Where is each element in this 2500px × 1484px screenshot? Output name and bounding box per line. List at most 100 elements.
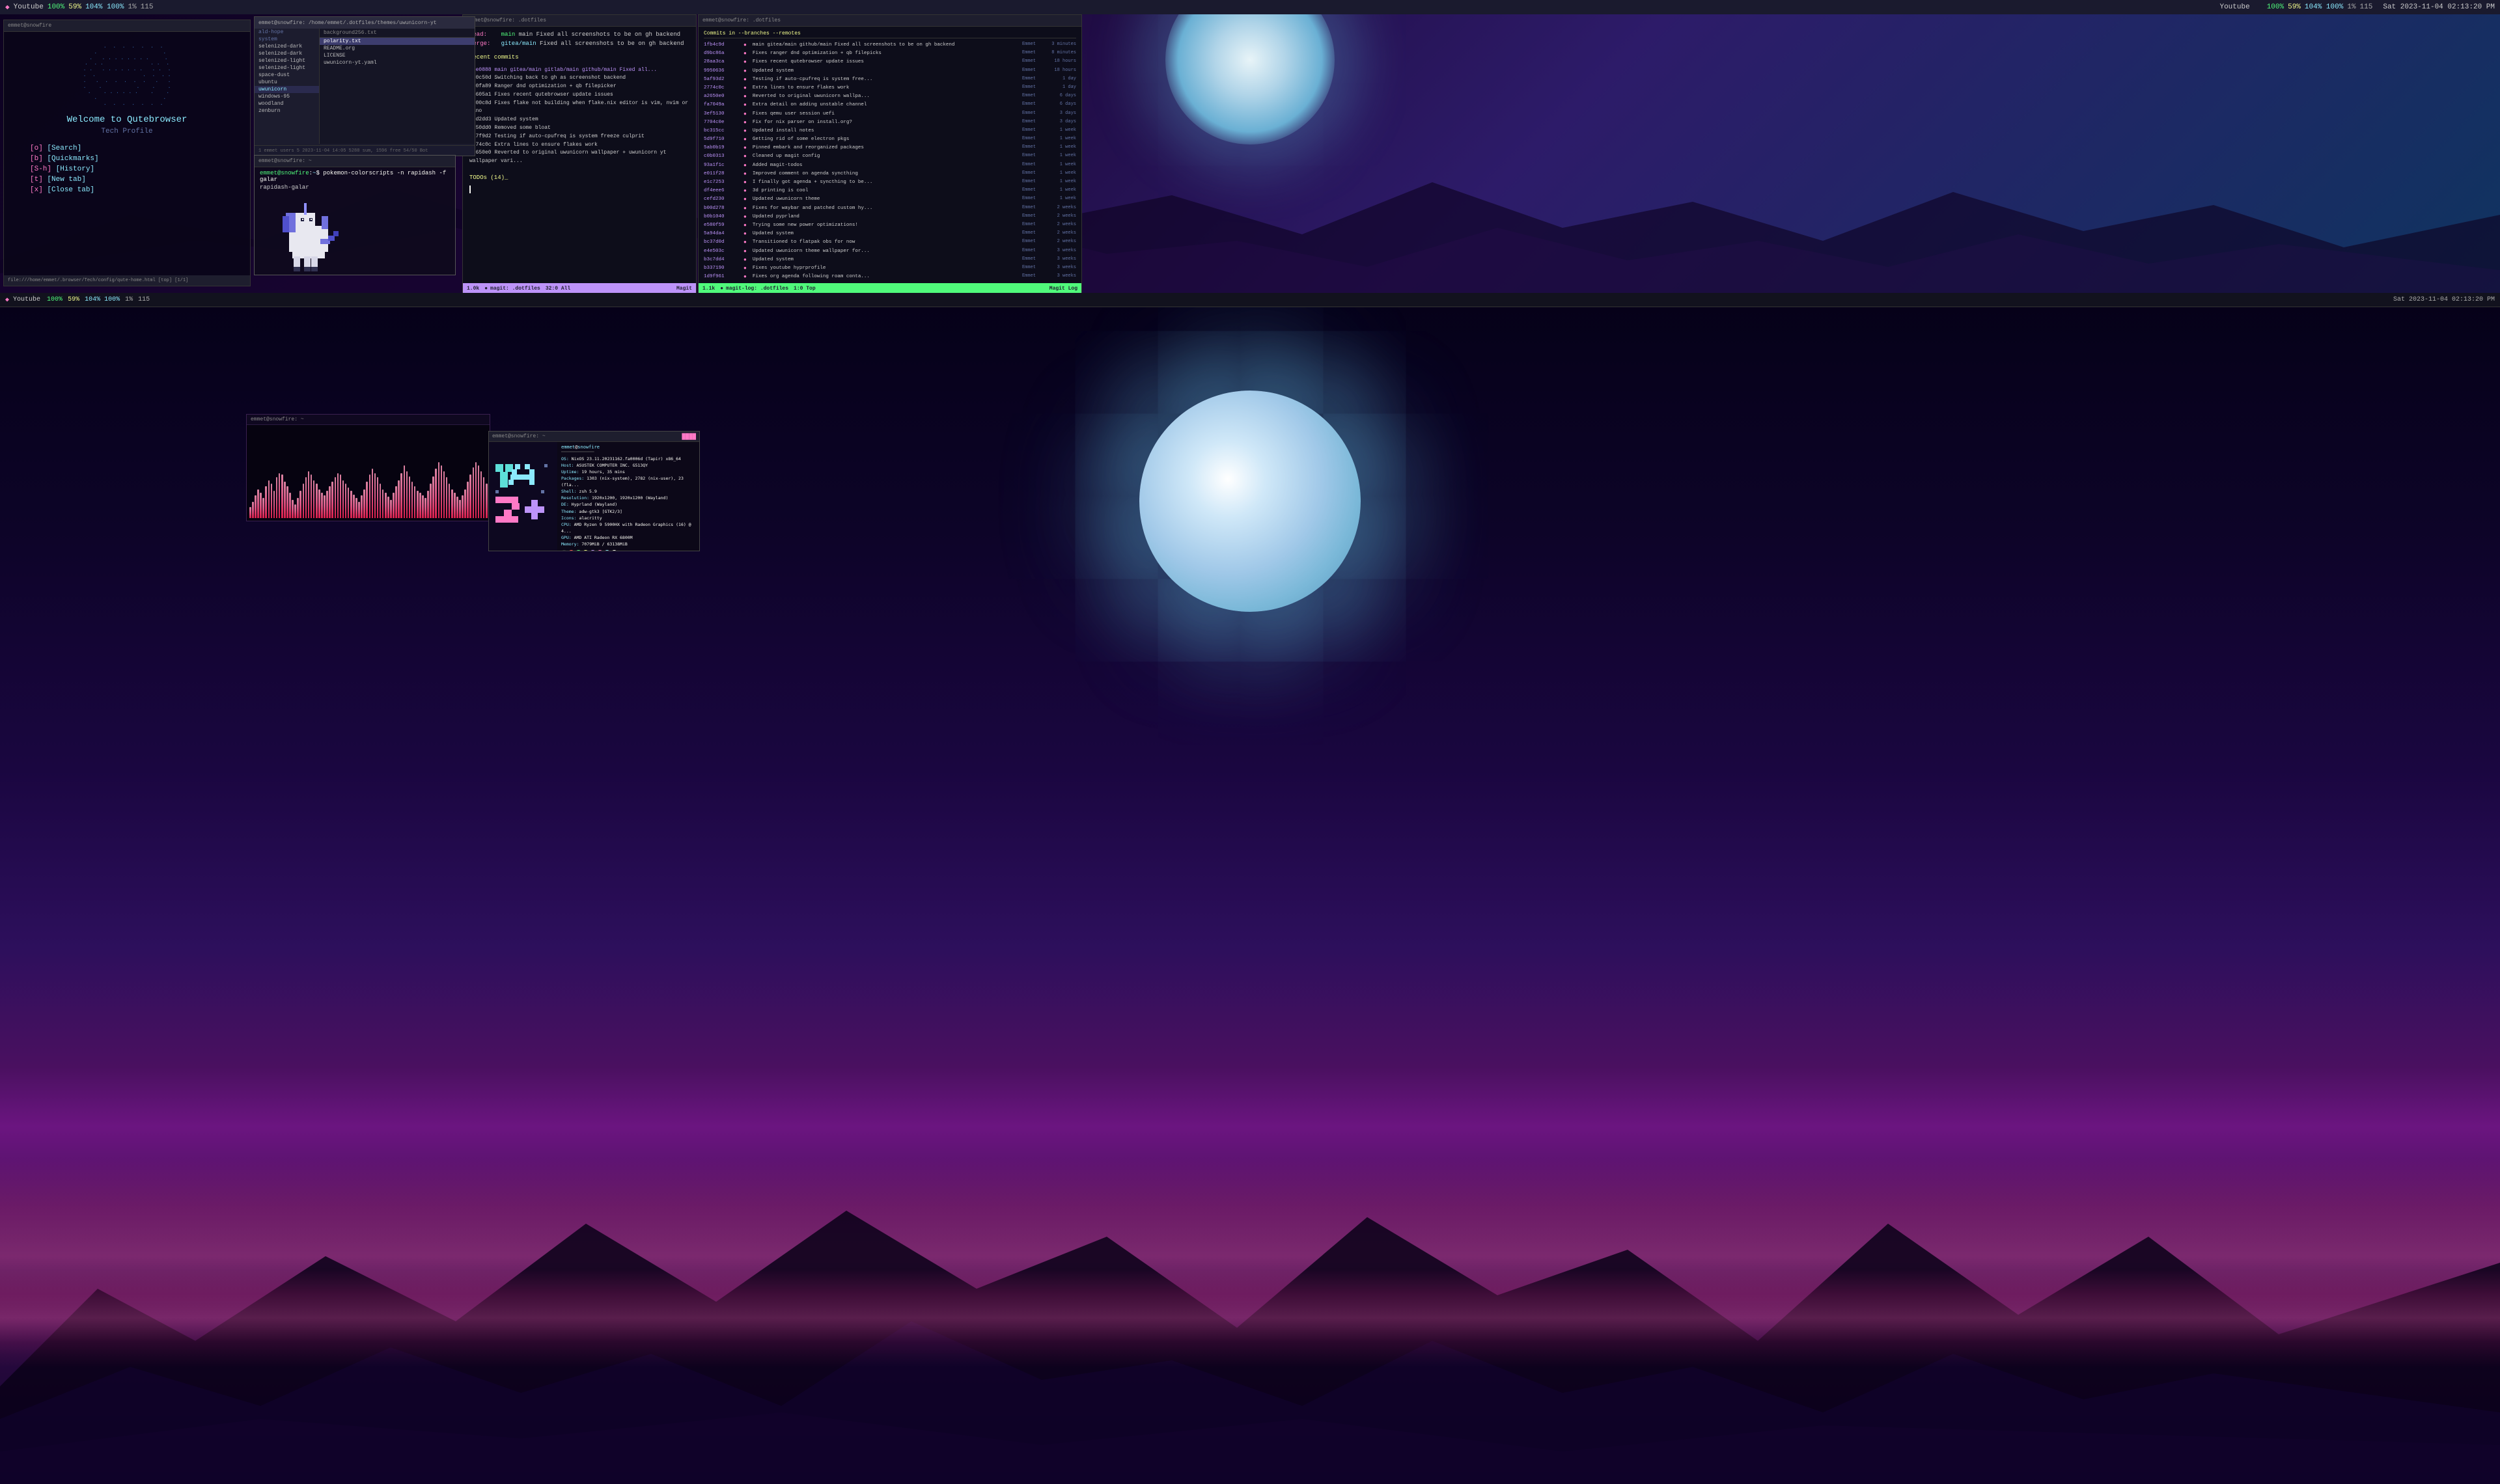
filemgr-item[interactable]: selenized-light — [255, 64, 319, 72]
commit-log-item[interactable]: 5a94da4●Updated systemEmmet2 weeks — [704, 230, 1076, 238]
qb-menu-history[interactable]: [S-h] [History] — [10, 164, 243, 174]
vis-bar — [480, 471, 482, 518]
commit-log-item[interactable]: 3ef5130●Fixes qemu user session uefiEmme… — [704, 110, 1076, 118]
commit-item[interactable]: 8700c8d Fixes flake not building when fl… — [469, 100, 689, 117]
commits-log-title: Commits in --branches --remotes — [704, 29, 1076, 38]
commit-item[interactable]: 44605a1 Fixes recent qutebrowser update … — [469, 91, 689, 100]
commit-log-item[interactable]: 28aa3ca●Fixes recent qutebrowser update … — [704, 58, 1076, 66]
neofetch-info-panel: emmet@snowfire ━━━━━━━━━━━━━━ OS: NixOS … — [557, 442, 699, 551]
vis-bar — [355, 498, 357, 518]
commit-log-item[interactable]: 5d9f710●Getting rid of some electron pkg… — [704, 135, 1076, 144]
commit-log-item[interactable]: 5ab0b19●Pinned embark and reorganized pa… — [704, 144, 1076, 152]
filemgr-item[interactable]: ubuntu — [255, 79, 319, 86]
vis-bar — [369, 474, 371, 518]
filemgr-item[interactable]: windows-95 — [255, 93, 319, 100]
commit-log-item[interactable]: bc315cc●Updated install notesEmmet1 week — [704, 127, 1076, 135]
commit-log-item[interactable]: bc37d0d●Transitioned to flatpak obs for … — [704, 238, 1076, 247]
vis-bar — [432, 476, 434, 518]
taskbar-cpu: 59% — [68, 296, 79, 303]
filemgr-item[interactable]: zenburn — [255, 107, 319, 115]
magit-statusbar: 1.0k ● magit: .dotfiles 32:0 All Magit — [463, 283, 696, 294]
vis-bar — [411, 482, 413, 518]
filemgr-item[interactable]: system — [255, 36, 319, 43]
vis-bar — [363, 489, 365, 518]
commit-item[interactable]: a2650e0 Reverted to original uwunicorn w… — [469, 149, 689, 166]
filemgr-file-yaml[interactable]: uwunicorn-yt.yaml — [320, 59, 475, 66]
filemgr-item[interactable]: selenized-light — [255, 57, 319, 64]
qb-status-text: file:///home/emmet/.browser/Tech/config/… — [8, 278, 188, 283]
commit-log-item[interactable]: df4eee6●3d printing is coolEmmet1 week — [704, 187, 1076, 195]
commit-item[interactable]: d00fa89 Ranger dnd optimization + qb fil… — [469, 83, 689, 91]
commit-log-item[interactable]: b0b1040●Updated pyprlandEmmet2 weeks — [704, 213, 1076, 221]
commit-item[interactable]: 5a7f9d2 Testing if auto-cpufreq is syste… — [469, 133, 689, 141]
commit-log-item[interactable]: b00d278●Fixes for waybar and patched cus… — [704, 204, 1076, 213]
filemgr-item[interactable]: woodland — [255, 100, 319, 107]
app-title-right[interactable]: Youtube — [2219, 3, 2249, 11]
commit-log-item[interactable]: a2650e0●Reverted to original uwunicorn w… — [704, 92, 1076, 101]
filemgr-item[interactable]: space-dust — [255, 72, 319, 79]
taskbar-title[interactable]: Youtube — [13, 296, 40, 303]
commit-log-item[interactable]: e011f28●Improved comment on agenda synct… — [704, 170, 1076, 178]
vis-bar — [260, 493, 262, 518]
commit-item[interactable]: dee0888 main gitea/main gitlab/main gith… — [469, 66, 689, 75]
commit-log-item[interactable]: b3c7dd4●Updated systemEmmet3 weeks — [704, 256, 1076, 264]
commit-log-item[interactable]: 93a1f1c●Added magit-todosEmmet1 week — [704, 161, 1076, 170]
filemgr-file-readme[interactable]: README.org — [320, 45, 475, 52]
filemgr-item[interactable]: uwunicorn — [255, 86, 319, 93]
commit-item[interactable]: bdd2dd3 Updated system — [469, 116, 689, 124]
app-title-left[interactable]: Youtube — [14, 3, 44, 11]
commit-log-item[interactable]: cefd230●Updated uwunicorn themeEmmet1 we… — [704, 195, 1076, 204]
commit-item[interactable]: ef0c50d Switching back to gh as screensh… — [469, 74, 689, 83]
vis-bar — [424, 498, 426, 518]
commit-log-item[interactable]: e1c7253●I finally got agenda + syncthing… — [704, 178, 1076, 187]
visualizer-window: emmet@snowfire: ~ — [246, 414, 490, 521]
qb-menu-newtab[interactable]: [t] [New tab] — [10, 174, 243, 185]
num-status-right: 1% — [2347, 3, 2355, 11]
git-window: emmet@snowfire: .dotfiles Head: main mai… — [462, 14, 697, 294]
vis-bar — [279, 473, 281, 519]
neofetch-body: emmet@snowfire ━━━━━━━━━━━━━━ OS: NixOS … — [489, 442, 699, 551]
bottom-taskbar: ◆ Youtube 100% 59% 104% 100% 1% 115 Sat … — [0, 293, 2500, 307]
top-taskbar-left: ◆ Youtube 100% 59% 104% 100% 1% 115 Yout… — [0, 0, 2500, 14]
todos-title: TODOs (14)_ — [469, 174, 689, 183]
commit-log-item[interactable]: 1d9f961●Fixes org agenda following roam … — [704, 273, 1076, 281]
filemgr-file-polarity[interactable]: polarity.txt — [320, 38, 475, 45]
commits-log-titlebar: emmet@snowfire: .dotfiles — [699, 15, 1081, 27]
commit-log-item[interactable]: e580f59●Trying some new power optimizati… — [704, 221, 1076, 230]
magit-mode-label: magit: .dotfiles — [490, 286, 540, 292]
commit-log-item[interactable]: c0b0313●Cleaned up magit configEmmet1 we… — [704, 152, 1076, 161]
commit-log-item[interactable]: e4e503c●Updated uwunicorn theme wallpape… — [704, 247, 1076, 256]
commits-log-content: Commits in --branches --remotes 1fb4c9d●… — [699, 27, 1081, 284]
taskbar-left-section: ◆ Youtube 100% 59% 104% 100% 1% 115 — [5, 3, 154, 12]
filemgr-titlebar: emmet@snowfire: /home/emmet/.dotfiles/th… — [255, 17, 475, 29]
commit-item[interactable]: a950dd0 Removed some bloat — [469, 124, 689, 133]
filemgr-item[interactable]: selenized-dark — [255, 50, 319, 57]
vis-bar — [297, 498, 299, 518]
commit-log-item[interactable]: 5af93d2●Testing if auto-cpufreq is syste… — [704, 76, 1076, 84]
commit-log-item[interactable]: d9bc86a●Fixes ranger dnd optimization + … — [704, 49, 1076, 58]
filemgr-file-license[interactable]: LICENSE — [320, 52, 475, 59]
visualizer-titlebar: emmet@snowfire: ~ — [247, 415, 490, 425]
magitlog-statusbar: 1.1k ● magit-log: .dotfiles 1:0 Top Magi… — [699, 283, 1081, 294]
vis-bar — [303, 484, 305, 518]
commit-log-item[interactable]: fa7049a●Extra detail on adding unstable … — [704, 101, 1076, 109]
commit-item[interactable]: 2774c0c Extra lines to ensure flakes wor… — [469, 141, 689, 150]
commit-log-item[interactable]: 9950636●Updated systemEmmet18 hours — [704, 67, 1076, 76]
vis-bar — [478, 465, 480, 518]
yaz-logo-svg — [492, 461, 554, 532]
filemgr-item[interactable]: selenized-dark — [255, 43, 319, 50]
commit-log-item[interactable]: 7704c0e●Fix for nix parser on install.or… — [704, 118, 1076, 127]
terminal-rapidash-content: emmet@snowfire:~$ pokemon-colorscripts -… — [255, 167, 455, 282]
commits-log-window: emmet@snowfire: .dotfiles Commits in --b… — [698, 14, 1082, 294]
vis-bar — [400, 473, 402, 519]
commit-log-item[interactable]: 2774c0c●Extra lines to ensure flakes wor… — [704, 84, 1076, 92]
cpu-status-left: 59% — [68, 3, 81, 11]
qb-menu-quickmarks[interactable]: [b] [Quickmarks] — [10, 154, 243, 164]
qb-menu-closetab[interactable]: [x] [Close tab] — [10, 185, 243, 195]
vis-bar — [257, 489, 259, 518]
filemgr-item[interactable]: ald-hope — [255, 29, 319, 36]
git-content: Head: main main Fixed all screenshots to… — [463, 27, 696, 283]
qb-menu-search[interactable]: [o] [Search] — [10, 143, 243, 154]
commit-log-item[interactable]: 1fb4c9d●main gitea/main github/main Fixe… — [704, 41, 1076, 49]
commit-log-item[interactable]: b337190●Fixes youtube hyprprofileEmmet3 … — [704, 264, 1076, 273]
